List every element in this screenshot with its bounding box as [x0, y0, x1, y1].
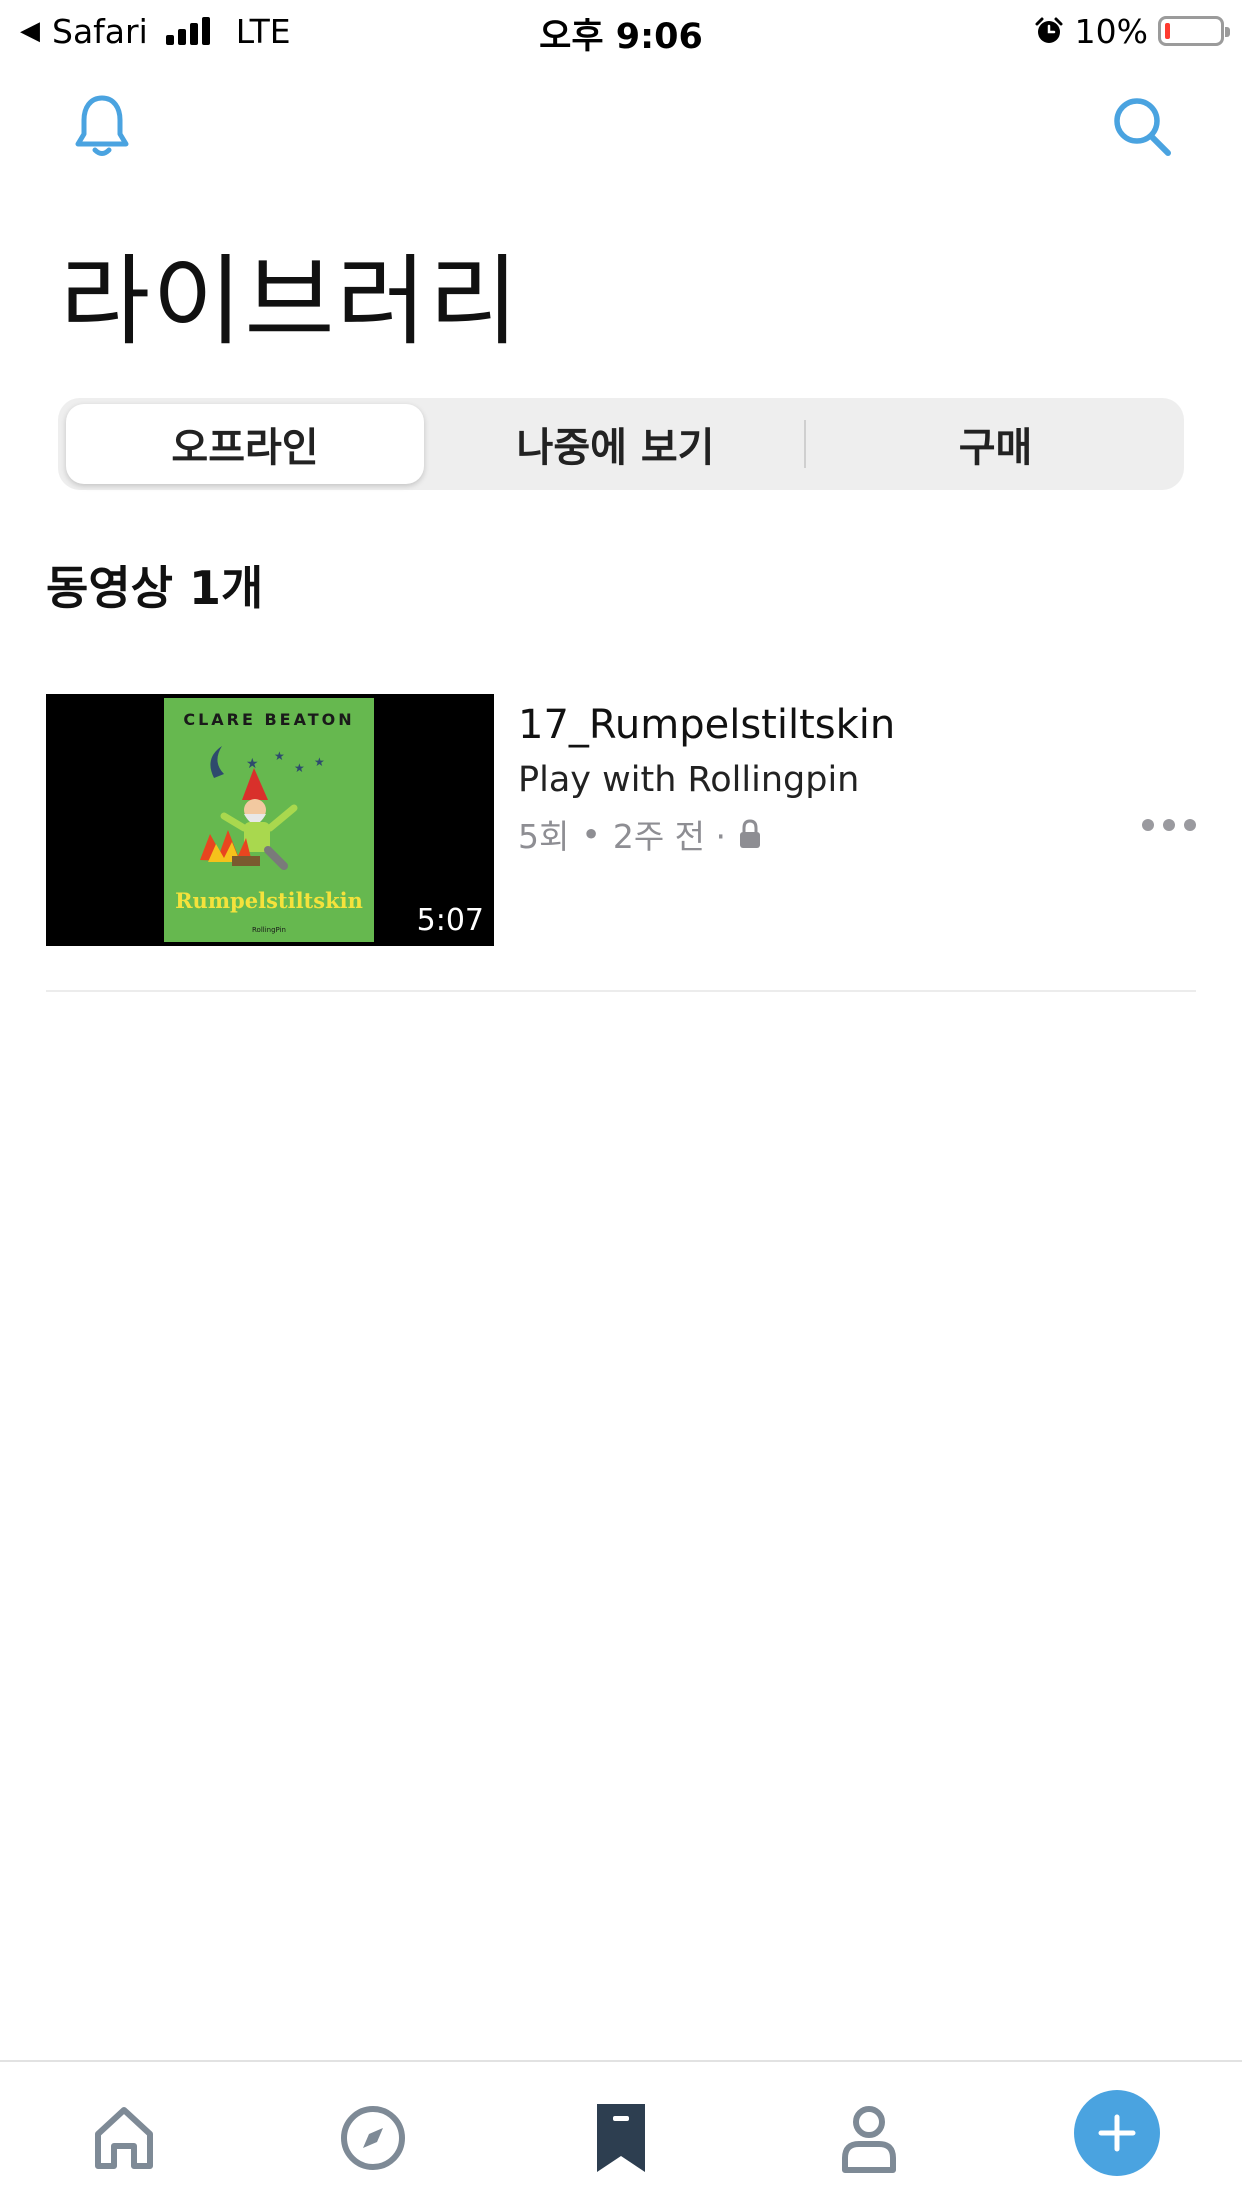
more-options-icon[interactable] [1142, 810, 1196, 840]
svg-text:★: ★ [294, 761, 305, 775]
tab-offline[interactable]: 오프라인 [66, 404, 424, 484]
battery-icon [1158, 16, 1230, 46]
video-meta: 5회 • 2주 전 · [518, 810, 762, 858]
alarm-icon [1035, 17, 1063, 43]
page-title: 라이브러리 [60, 245, 521, 359]
home-icon [95, 2107, 153, 2169]
cover-title: Rumpelstiltskin [175, 888, 363, 913]
section-title: 동영상 1개 [46, 561, 264, 615]
tab-purchased[interactable]: 구매 [808, 404, 1183, 484]
tab-library[interactable] [581, 2098, 661, 2178]
svg-text:★: ★ [314, 755, 325, 769]
battery-percent: 10% [1074, 11, 1148, 51]
list-item[interactable]: CLARE BEATON ★ ★ ★ ★ Rumpelstiltskin Rol… [46, 694, 1196, 946]
library-segmented-control: 오프라인 나중에 보기 구매 [58, 398, 1184, 490]
lock-icon [740, 819, 761, 848]
video-duration: 5:07 [416, 903, 484, 938]
upload-age: 2주 전 · [612, 817, 727, 856]
add-button[interactable] [1074, 2090, 1160, 2176]
tab-home[interactable] [84, 2098, 164, 2178]
status-bar: ◀ Safari LTE 오후 9:06 10% [0, 0, 1242, 62]
segment-divider [804, 420, 806, 468]
video-thumbnail[interactable]: CLARE BEATON ★ ★ ★ ★ Rumpelstiltskin Rol… [46, 694, 494, 946]
cover-author: CLARE BEATON [183, 710, 355, 729]
plus-icon [1098, 2114, 1136, 2152]
tab-explore[interactable] [333, 2098, 413, 2178]
gnome-illustration: ★ ★ ★ ★ [200, 746, 325, 870]
search-icon[interactable] [1110, 92, 1174, 160]
tab-profile[interactable] [829, 2098, 909, 2178]
bookmark-icon [597, 2104, 645, 2172]
status-right: 10% [1033, 10, 1230, 52]
book-cover: CLARE BEATON ★ ★ ★ ★ Rumpelstiltskin Rol… [164, 698, 374, 942]
list-divider [46, 990, 1196, 992]
view-count: 5회 [518, 817, 570, 856]
svg-text:★: ★ [246, 756, 259, 772]
video-channel[interactable]: Play with Rollingpin [518, 760, 859, 800]
video-title[interactable]: 17_Rumpelstiltskin [518, 702, 895, 748]
tab-bar [0, 2060, 1242, 2208]
compass-icon [341, 2106, 405, 2170]
meta-separator: • [581, 814, 601, 854]
svg-text:★: ★ [274, 749, 285, 763]
battery-level [1165, 23, 1171, 39]
bell-icon[interactable] [70, 92, 134, 160]
tab-watch-later[interactable]: 나중에 보기 [428, 404, 803, 484]
cover-publisher: RollingPin [252, 926, 286, 934]
profile-icon [842, 2106, 896, 2173]
